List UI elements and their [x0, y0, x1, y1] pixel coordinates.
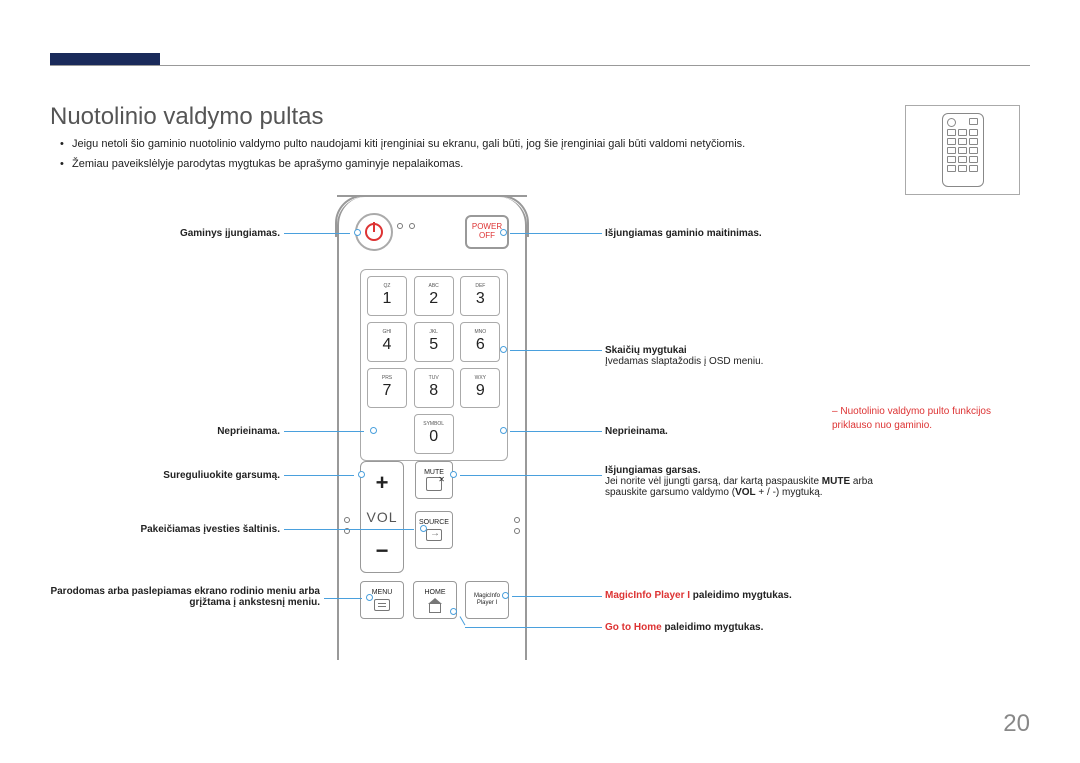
callout-line — [510, 431, 602, 432]
callout-line — [324, 598, 362, 599]
key-9: WXY9 — [460, 368, 500, 408]
callout-line — [510, 350, 602, 351]
notes-list: Jeigu netoli šio gaminio nuotolinio vald… — [60, 135, 1020, 175]
callout-dot — [500, 346, 507, 353]
callout-dot — [420, 525, 427, 532]
key-3: DEF3 — [460, 276, 500, 316]
note-item: Jeigu netoli šio gaminio nuotolinio vald… — [60, 135, 1020, 155]
remote-thumbnail — [905, 105, 1020, 195]
grip-dots-left — [344, 517, 350, 534]
note-item: Žemiau paveikslėlyje parodytas mygtukas … — [60, 155, 1020, 175]
mute-icon — [426, 477, 442, 491]
callout-dot — [450, 608, 457, 615]
callout-dot — [354, 229, 361, 236]
callout-line — [512, 596, 602, 597]
menu-icon — [374, 599, 390, 611]
callout-dot — [500, 427, 507, 434]
callout-dot — [502, 592, 509, 599]
power-icon — [365, 223, 383, 241]
ann-menu: Parodomas arba paslepiamas ekrano rodini… — [40, 586, 320, 608]
top-rule — [50, 65, 1030, 66]
callout-dot — [366, 594, 373, 601]
ann-power-off: Išjungiamas gaminio maitinimas. — [605, 228, 885, 239]
key-6: MNO6 — [460, 322, 500, 362]
key-7: PRS7 — [367, 368, 407, 408]
grip-dots-right — [514, 517, 520, 534]
magicinfo-button: MagicInfo Player I — [465, 581, 509, 619]
callout-line — [284, 475, 354, 476]
key-8: TUV8 — [414, 368, 454, 408]
callout-line — [284, 233, 350, 234]
key-5: JKL5 — [414, 322, 454, 362]
callout-line — [460, 475, 602, 476]
numpad: QZ1 ABC2 DEF3 GHI4 JKL5 MNO6 PRS7 TUV8 W… — [360, 269, 508, 461]
callout-line — [510, 233, 602, 234]
ann-volume: Sureguliuokite garsumą. — [50, 470, 280, 481]
header-accent-bar — [50, 53, 160, 65]
key-4: GHI4 — [367, 322, 407, 362]
callout-dot — [500, 229, 507, 236]
callout-dot — [358, 471, 365, 478]
callout-dot — [450, 471, 457, 478]
key-2: ABC2 — [414, 276, 454, 316]
callout-line — [284, 431, 364, 432]
ann-source: Pakeičiamas įvesties šaltinis. — [50, 524, 280, 535]
page-number: 20 — [1003, 710, 1030, 738]
ann-magicinfo: MagicInfo Player I paleidimo mygtukas. — [605, 590, 885, 601]
volume-rocker: + VOL − — [360, 461, 404, 573]
callout-line — [465, 627, 602, 628]
ann-mute: Išjungiamas garsas. Jei norite vėl įjung… — [605, 465, 895, 498]
ann-power-on: Gaminys įjungiamas. — [50, 228, 280, 239]
home-icon — [427, 599, 443, 611]
source-icon — [426, 529, 442, 541]
mute-button: MUTE — [415, 461, 453, 499]
vol-plus-icon: + — [376, 470, 389, 496]
key-0: SYMBOL0 — [414, 414, 454, 454]
key-1: QZ1 — [367, 276, 407, 316]
remote-illustration: POWER OFF QZ1 ABC2 DEF3 GHI4 JKL5 MNO6 P… — [337, 195, 527, 660]
footnote: – Nuotolinio valdymo pulto funkcijos pri… — [832, 405, 1022, 433]
page-title: Nuotolinio valdymo pultas — [50, 103, 323, 131]
vol-label: VOL — [366, 509, 397, 525]
vol-minus-icon: − — [376, 538, 389, 564]
callout-line — [284, 529, 414, 530]
ann-numkeys: Skaičių mygtukai Įvedamas slaptažodis į … — [605, 345, 885, 367]
callout-dot — [370, 427, 377, 434]
ann-na-left: Neprieinama. — [50, 426, 280, 437]
ann-home: Go to Home paleidimo mygtukas. — [605, 622, 885, 633]
ir-dots — [397, 223, 415, 229]
